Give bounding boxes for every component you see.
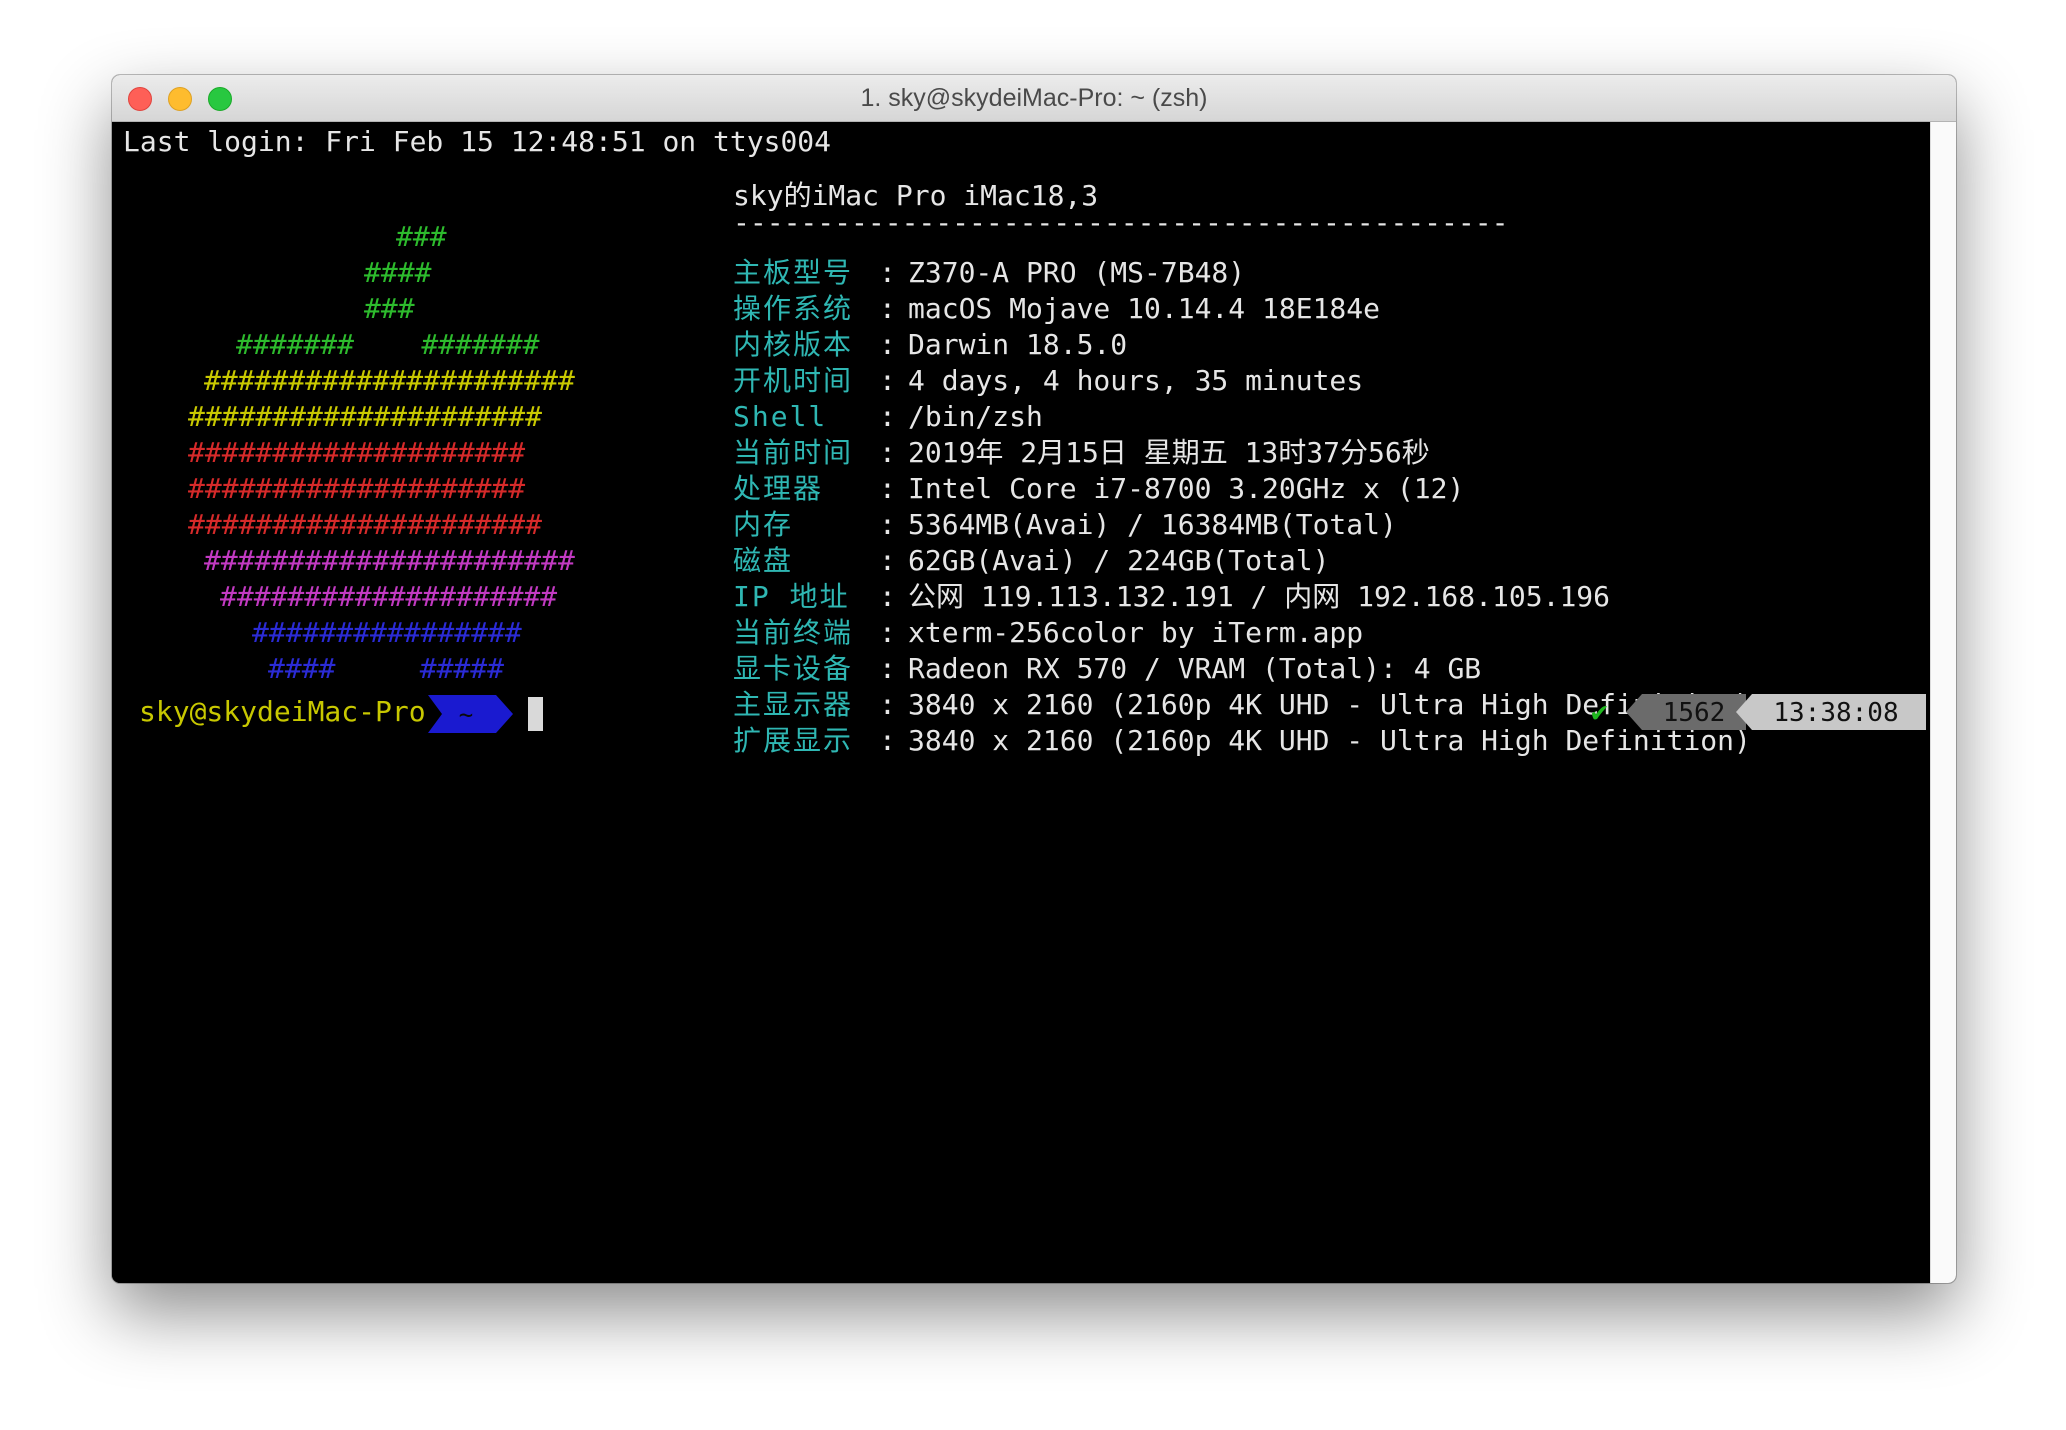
info-key: 内存 xyxy=(733,508,794,541)
info-key: 主板型号 xyxy=(733,256,854,289)
logo-row: ##################### xyxy=(188,508,543,541)
separator-line: ----------------------------------------… xyxy=(733,206,1509,239)
info-colon: : xyxy=(879,616,896,649)
info-colon: : xyxy=(879,256,896,289)
info-colon: : xyxy=(879,364,896,397)
info-key: 主显示器 xyxy=(733,688,854,721)
logo-row: ###################### xyxy=(204,364,575,397)
scrollbar[interactable] xyxy=(1930,122,1956,1283)
info-value: /bin/zsh xyxy=(908,400,1043,433)
info-value: Darwin 18.5.0 xyxy=(908,328,1128,361)
prompt-time: 13:38:08 xyxy=(1773,698,1898,728)
info-value: Z370-A PRO (MS-7B48) xyxy=(908,256,1246,289)
terminal-output[interactable]: Last login: Fri Feb 15 12:48:51 on ttys0… xyxy=(112,122,1930,1283)
status-ok-icon: ✔ xyxy=(1591,695,1608,728)
info-colon: : xyxy=(879,328,896,361)
info-colon: : xyxy=(879,436,896,469)
info-colon: : xyxy=(879,580,896,613)
title-bar[interactable]: 1. sky@skydeiMac-Pro: ~ (zsh) xyxy=(112,75,1956,122)
logo-row: #### xyxy=(364,256,432,289)
info-value: 62GB(Avai) / 224GB(Total) xyxy=(908,544,1330,577)
info-key: 当前时间 xyxy=(733,436,854,469)
text-cursor xyxy=(528,697,543,731)
info-key: 处理器 xyxy=(733,472,824,505)
info-colon: : xyxy=(879,688,896,721)
info-value: 4 days, 4 hours, 35 minutes xyxy=(908,364,1364,397)
history-number: 1562 xyxy=(1663,698,1726,728)
prompt-right-segments: 1562 13:38:08 xyxy=(1626,694,1926,730)
info-colon: : xyxy=(879,508,896,541)
info-key: 显卡设备 xyxy=(733,652,854,685)
info-value: Radeon RX 570 / VRAM (Total): 4 GB xyxy=(908,652,1482,685)
logo-row: #################### xyxy=(188,436,526,469)
logo-row: ####### ####### xyxy=(236,328,540,361)
info-value: 5364MB(Avai) / 16384MB(Total) xyxy=(908,508,1397,541)
info-key: Shell xyxy=(733,400,828,433)
info-key: 开机时间 xyxy=(733,364,854,397)
info-key: 磁盘 xyxy=(733,544,794,577)
logo-row: ###################### xyxy=(204,544,575,577)
info-colon: : xyxy=(879,400,896,433)
info-colon: : xyxy=(879,544,896,577)
info-key: 操作系统 xyxy=(733,292,854,325)
logo-row: #### ##### xyxy=(268,652,505,685)
info-value: xterm-256color by iTerm.app xyxy=(908,616,1364,649)
info-colon: : xyxy=(879,724,896,757)
logo-row: #################### xyxy=(188,472,526,505)
logo-row: #################### xyxy=(220,580,558,613)
logo-row: ### xyxy=(364,292,415,325)
info-key: 内核版本 xyxy=(733,328,854,361)
prompt-dir-segment: ~ xyxy=(428,695,513,733)
logo-row: ##################### xyxy=(188,400,543,433)
info-value: 公网 119.113.132.191 / 内网 192.168.105.196 xyxy=(908,580,1611,613)
info-colon: : xyxy=(879,652,896,685)
window-title: 1. sky@skydeiMac-Pro: ~ (zsh) xyxy=(860,84,1208,112)
prompt-dir-label: ~ xyxy=(459,701,473,729)
logo-row: ### xyxy=(396,220,447,253)
info-key: IP 地址 xyxy=(733,580,850,613)
logo-row: ################ xyxy=(252,616,522,649)
info-value: 2019年 2月15日 星期五 13时37分56秒 xyxy=(908,436,1430,469)
info-value: 3840 x 2160 (2160p 4K UHD - Ultra High D… xyxy=(908,688,1751,721)
info-key: 当前终端 xyxy=(733,616,854,649)
info-colon: : xyxy=(879,292,896,325)
info-colon: : xyxy=(879,472,896,505)
terminal-window: 1. sky@skydeiMac-Pro: ~ (zsh) Last login… xyxy=(112,75,1956,1283)
info-key: 扩展显示 xyxy=(733,724,854,757)
info-value: 3840 x 2160 (2160p 4K UHD - Ultra High D… xyxy=(908,724,1751,757)
info-value: Intel Core i7-8700 3.20GHz x (12) xyxy=(908,472,1465,505)
info-value: macOS Mojave 10.14.4 18E184e xyxy=(908,292,1381,325)
prompt-user-host: sky@skydeiMac-Pro xyxy=(139,695,426,728)
last-login-line: Last login: Fri Feb 15 12:48:51 on ttys0… xyxy=(123,125,832,158)
